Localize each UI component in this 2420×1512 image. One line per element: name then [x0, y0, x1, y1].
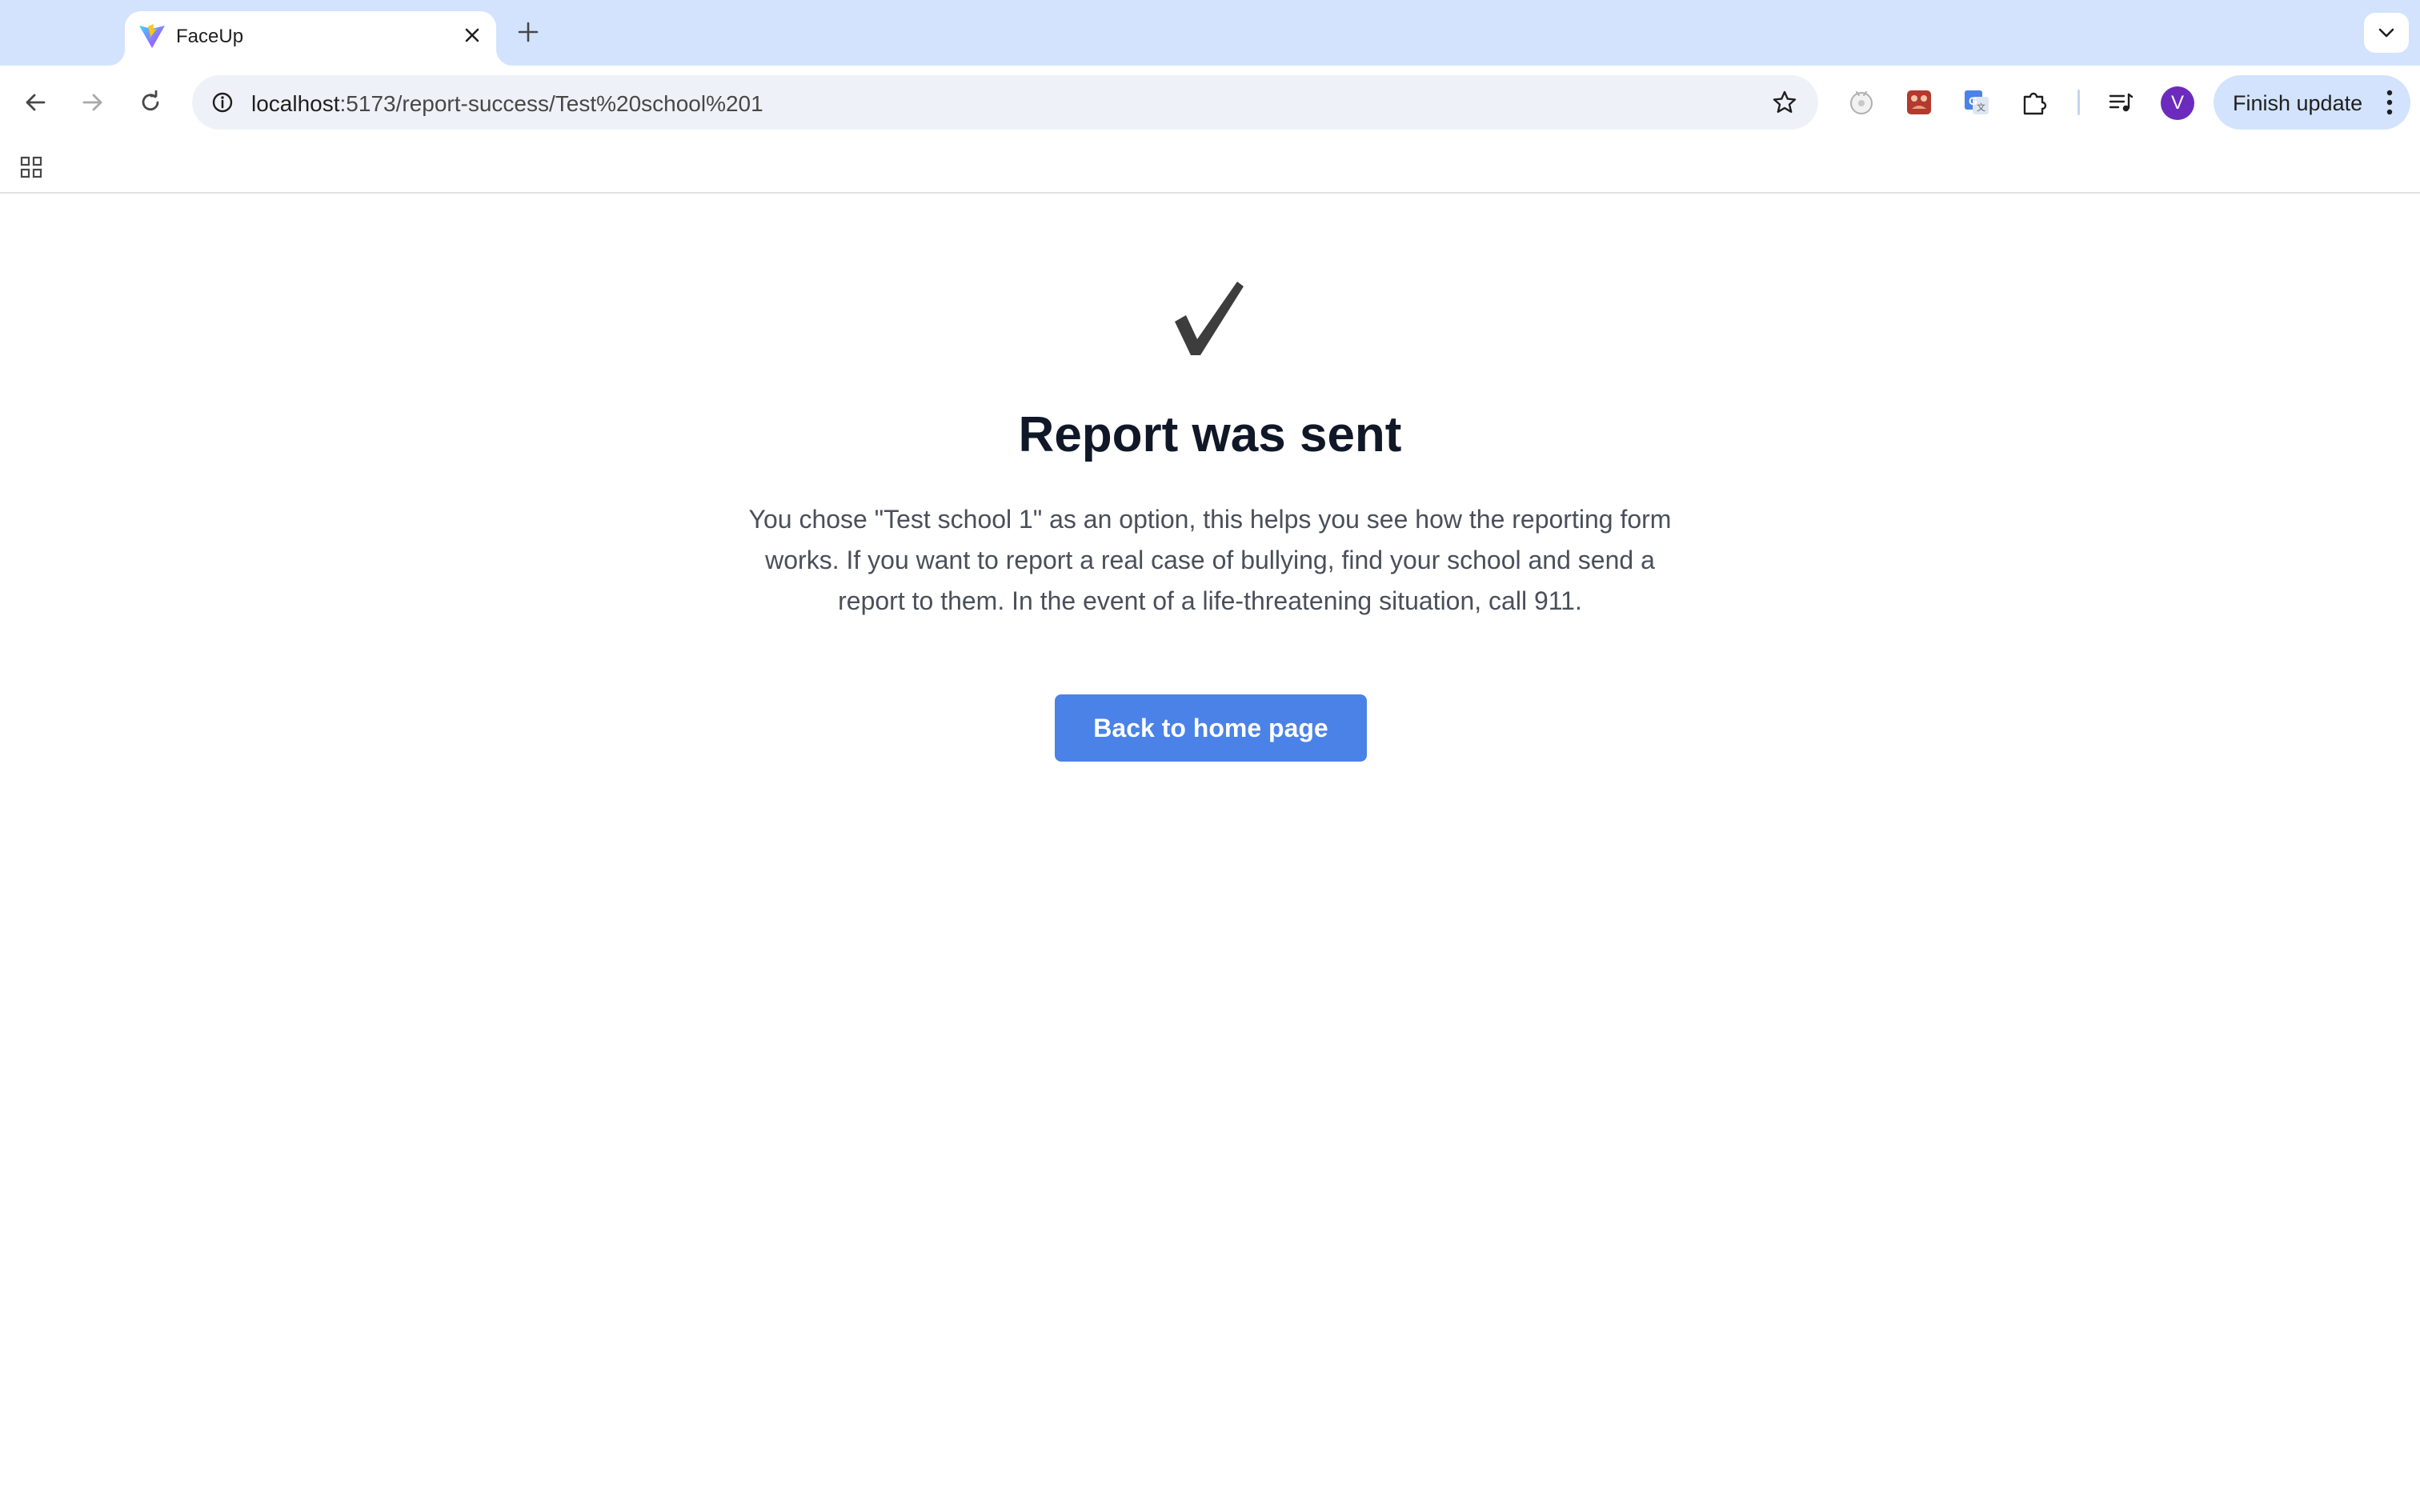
back-to-home-button[interactable]: Back to home page [1055, 694, 1367, 762]
more-options-icon[interactable] [2385, 88, 2394, 117]
extensions-puzzle-icon[interactable] [2015, 83, 2053, 122]
media-controls-icon[interactable] [2101, 83, 2140, 122]
url-text: localhost:5173/report-success/Test%20sch… [251, 91, 763, 117]
tab-search-chevron-icon[interactable] [2364, 13, 2409, 53]
page-title: Report was sent [1018, 407, 1402, 462]
new-tab-plus-icon[interactable] [512, 16, 544, 48]
browser-tab[interactable]: FaceUp [125, 11, 496, 66]
url-path: :5173/report-success/Test%20school%201 [339, 91, 763, 116]
extension-red-icon[interactable] [1900, 83, 1938, 122]
google-translate-icon[interactable]: G文 [1957, 83, 1996, 122]
checkmark-icon [1175, 282, 1244, 355]
address-bar[interactable]: localhost:5173/report-success/Test%20sch… [192, 75, 1818, 130]
finish-update-button[interactable]: Finish update [2214, 75, 2410, 130]
url-host: localhost [251, 91, 340, 116]
bookmarks-bar [0, 139, 2420, 194]
tab-title: FaceUp [176, 26, 244, 47]
back-arrow-icon[interactable] [18, 85, 53, 120]
tab-strip: FaceUp [0, 0, 2420, 66]
forward-arrow-icon[interactable] [75, 85, 110, 120]
page-content: Report was sent You chose "Test school 1… [0, 195, 2420, 1512]
apps-grid-icon[interactable] [14, 150, 48, 184]
reload-icon[interactable] [133, 85, 168, 120]
profile-avatar[interactable]: V [2161, 86, 2194, 120]
bookmark-star-icon[interactable] [1767, 85, 1802, 120]
extension-timer-icon[interactable] [1842, 83, 1881, 122]
site-info-icon[interactable] [205, 85, 240, 120]
vite-logo-icon [139, 24, 165, 48]
finish-update-label: Finish update [2233, 91, 2363, 115]
confirmation-message: You chose "Test school 1" as an option, … [748, 505, 1672, 615]
toolbar-divider [2077, 90, 2080, 115]
browser-toolbar: localhost:5173/report-success/Test%20sch… [0, 66, 2420, 139]
svg-text:文: 文 [1977, 102, 1985, 113]
close-tab-icon[interactable] [458, 21, 487, 50]
